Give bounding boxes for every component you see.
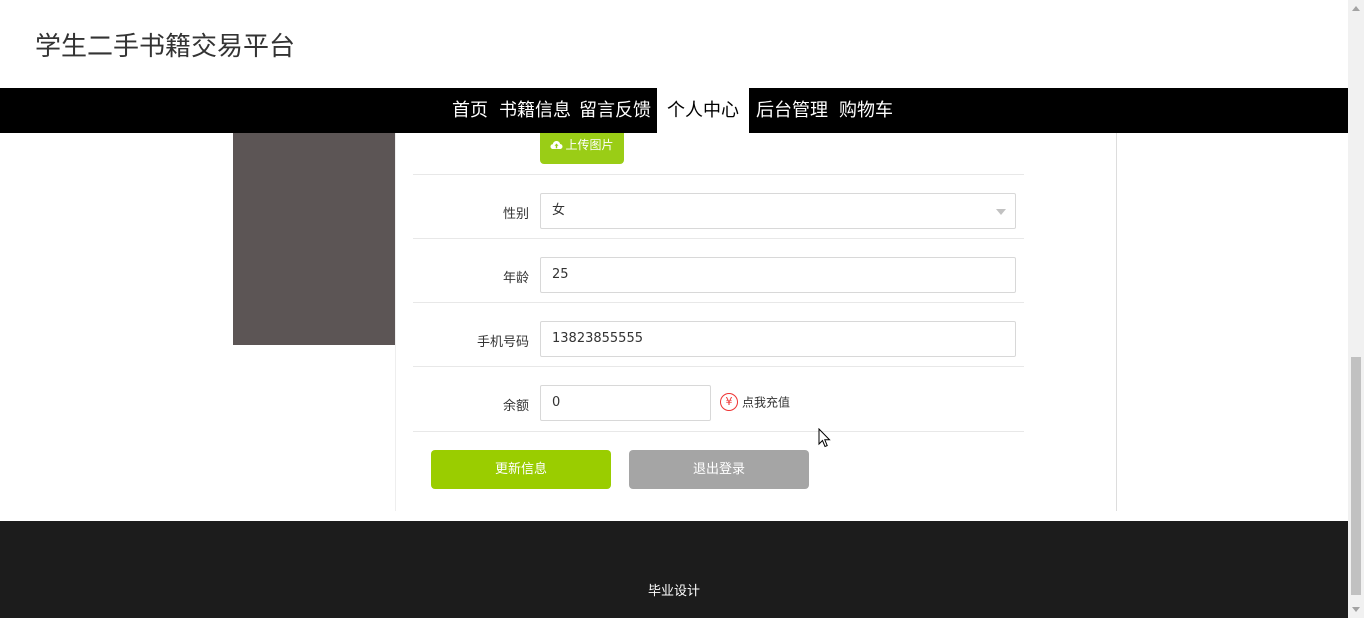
site-footer: 毕业设计	[0, 521, 1348, 618]
balance-value: 0	[552, 395, 561, 410]
gender-value: 女	[552, 203, 566, 218]
balance-input[interactable]: 0	[540, 385, 711, 421]
scroll-up-icon[interactable]	[1352, 6, 1360, 11]
recharge-label: 点我充值	[742, 395, 791, 410]
sidebar-panel	[233, 133, 395, 345]
update-info-button[interactable]: 更新信息	[431, 450, 611, 489]
main-nav: 首页 书籍信息 留言反馈 个人中心 后台管理 购物车	[0, 88, 1348, 133]
cloud-upload-icon	[550, 134, 563, 158]
chevron-down-icon	[996, 209, 1006, 215]
phone-input[interactable]: 13823855555	[540, 321, 1016, 357]
nav-item-feedback[interactable]: 留言反馈	[574, 88, 656, 133]
upload-image-button[interactable]: 上传图片	[540, 133, 624, 164]
footer-text: 毕业设计	[647, 584, 700, 599]
vertical-scrollbar[interactable]	[1348, 0, 1364, 618]
age-value: 25	[552, 267, 569, 282]
logout-button[interactable]: 退出登录	[629, 450, 809, 489]
divider	[413, 238, 1024, 239]
scroll-down-icon[interactable]	[1352, 607, 1360, 612]
scrollbar-thumb[interactable]	[1351, 357, 1361, 595]
mouse-cursor-icon	[818, 427, 832, 448]
age-label: 年龄	[502, 271, 529, 286]
divider	[413, 174, 1024, 175]
phone-label: 手机号码	[476, 335, 529, 350]
yen-icon: ¥	[720, 393, 738, 411]
nav-item-home[interactable]: 首页	[444, 88, 496, 133]
gender-select[interactable]: 女	[540, 193, 1016, 229]
nav-item-admin[interactable]: 后台管理	[749, 88, 835, 133]
site-title[interactable]: 学生二手书籍交易平台	[35, 26, 295, 63]
divider	[413, 302, 1024, 303]
divider	[413, 431, 1024, 432]
upload-image-label: 上传图片	[565, 138, 614, 152]
nav-item-personal-center[interactable]: 个人中心	[657, 88, 749, 133]
recharge-link[interactable]: ¥ 点我充值	[720, 393, 790, 413]
gender-label: 性别	[502, 207, 529, 222]
divider	[413, 366, 1024, 367]
site-header: 学生二手书籍交易平台	[0, 0, 1348, 88]
age-input[interactable]: 25	[540, 257, 1016, 293]
nav-item-cart[interactable]: 购物车	[835, 88, 897, 133]
balance-label: 余额	[502, 399, 529, 414]
phone-value: 13823855555	[552, 331, 643, 346]
nav-item-books[interactable]: 书籍信息	[496, 88, 574, 133]
